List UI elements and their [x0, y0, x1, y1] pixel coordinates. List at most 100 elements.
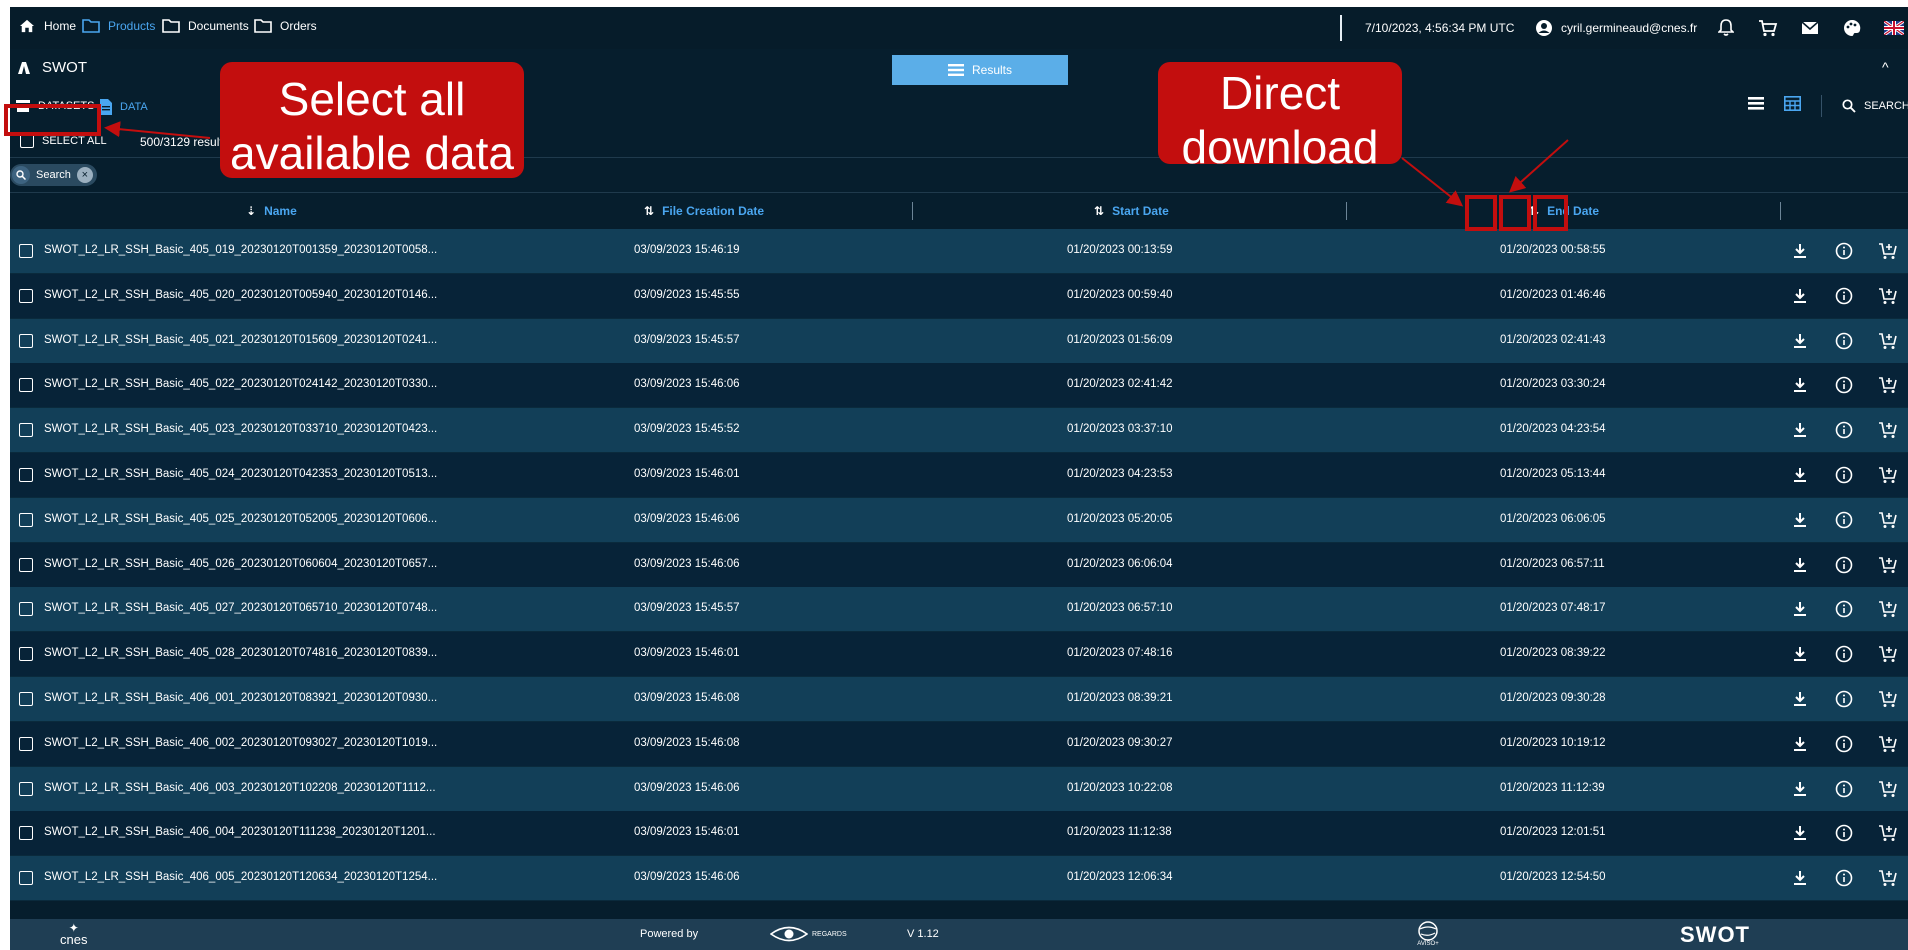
folder-icon	[82, 19, 100, 33]
list-view-icon[interactable]	[1748, 97, 1764, 115]
column-header-name[interactable]: ⇣ Name	[246, 204, 297, 218]
row-checkbox[interactable]	[19, 423, 33, 438]
info-icon[interactable]	[1832, 778, 1856, 800]
table-row[interactable]: SWOT_L2_LR_SSH_Basic_405_027_20230120T06…	[10, 587, 1908, 633]
table-row[interactable]: SWOT_L2_LR_SSH_Basic_406_005_20230120T12…	[10, 856, 1908, 902]
mail-icon[interactable]	[1799, 17, 1821, 39]
download-icon[interactable]	[1788, 867, 1812, 889]
download-icon[interactable]	[1788, 598, 1812, 620]
download-icon[interactable]	[1788, 509, 1812, 531]
info-icon[interactable]	[1832, 464, 1856, 486]
info-icon[interactable]	[1832, 867, 1856, 889]
row-checkbox[interactable]	[19, 378, 33, 393]
row-checkbox[interactable]	[19, 826, 33, 841]
palette-icon[interactable]	[1841, 17, 1863, 39]
add-to-cart-icon[interactable]	[1876, 330, 1900, 352]
nav-documents[interactable]: Documents	[162, 19, 249, 33]
cart-icon[interactable]	[1757, 17, 1779, 39]
download-icon[interactable]	[1788, 733, 1812, 755]
download-icon[interactable]	[1788, 688, 1812, 710]
download-icon[interactable]	[1788, 285, 1812, 307]
row-checkbox[interactable]	[19, 288, 33, 303]
add-to-cart-icon[interactable]	[1876, 822, 1900, 844]
info-icon[interactable]	[1832, 554, 1856, 576]
info-icon[interactable]	[1832, 643, 1856, 665]
add-to-cart-icon[interactable]	[1876, 688, 1900, 710]
add-to-cart-icon[interactable]	[1876, 598, 1900, 620]
add-to-cart-icon[interactable]	[1876, 285, 1900, 307]
row-checkbox[interactable]	[19, 244, 33, 258]
row-checkbox[interactable]	[19, 333, 33, 348]
row-checkbox[interactable]	[19, 557, 33, 572]
table-row[interactable]: SWOT_L2_LR_SSH_Basic_406_004_20230120T11…	[10, 811, 1908, 857]
download-icon[interactable]	[1788, 464, 1812, 486]
table-view-icon[interactable]	[1784, 96, 1801, 116]
table-row[interactable]: SWOT_L2_LR_SSH_Basic_405_019_20230120T00…	[10, 229, 1908, 274]
nav-home[interactable]: Home	[18, 19, 76, 33]
info-icon[interactable]	[1832, 688, 1856, 710]
column-header-file-creation-date[interactable]: ⇅ File Creation Date	[644, 204, 764, 218]
table-row[interactable]: SWOT_L2_LR_SSH_Basic_405_021_20230120T01…	[10, 318, 1908, 364]
close-icon[interactable]: ×	[76, 167, 93, 183]
search-filter-label: Search	[36, 169, 71, 181]
info-icon[interactable]	[1832, 733, 1856, 755]
download-icon[interactable]	[1788, 778, 1812, 800]
add-to-cart-icon[interactable]	[1876, 509, 1900, 531]
table-row[interactable]: SWOT_L2_LR_SSH_Basic_406_003_20230120T10…	[10, 766, 1908, 812]
table-row[interactable]: SWOT_L2_LR_SSH_Basic_406_001_20230120T08…	[10, 677, 1908, 722]
row-checkbox[interactable]	[19, 647, 33, 662]
add-to-cart-icon[interactable]	[1876, 733, 1900, 755]
row-checkbox[interactable]	[19, 468, 33, 482]
tab-results[interactable]: Results	[892, 55, 1068, 85]
info-icon[interactable]	[1832, 419, 1856, 441]
add-to-cart-icon[interactable]	[1876, 240, 1900, 262]
download-icon[interactable]	[1788, 374, 1812, 396]
download-icon[interactable]	[1788, 643, 1812, 665]
info-icon[interactable]	[1832, 285, 1856, 307]
table-row[interactable]: SWOT_L2_LR_SSH_Basic_405_020_20230120T00…	[10, 273, 1908, 319]
nav-orders[interactable]: Orders	[254, 19, 317, 33]
row-checkbox[interactable]	[19, 781, 33, 796]
table-row[interactable]: SWOT_L2_LR_SSH_Basic_405_025_20230120T05…	[10, 497, 1908, 543]
table-row[interactable]: SWOT_L2_LR_SSH_Basic_405_023_20230120T03…	[10, 408, 1908, 454]
table-row[interactable]: SWOT_L2_LR_SSH_Basic_405_028_20230120T07…	[10, 632, 1908, 678]
add-to-cart-icon[interactable]	[1876, 867, 1900, 889]
download-icon[interactable]	[1788, 554, 1812, 576]
column-header-start-date[interactable]: ⇅ Start Date	[1094, 204, 1169, 218]
row-checkbox[interactable]	[19, 871, 33, 886]
flag-uk-icon[interactable]	[1883, 17, 1905, 39]
tab-data[interactable]: DATA	[100, 99, 148, 115]
chevron-up-icon[interactable]: ^	[1882, 59, 1889, 75]
info-icon[interactable]	[1832, 374, 1856, 396]
add-to-cart-icon[interactable]	[1876, 554, 1900, 576]
info-icon[interactable]	[1832, 240, 1856, 262]
cell-name: SWOT_L2_LR_SSH_Basic_406_003_20230120T10…	[44, 781, 436, 794]
nav-products[interactable]: Products	[82, 19, 155, 33]
row-checkbox[interactable]	[19, 736, 33, 751]
search-toggle[interactable]: SEARCH	[1842, 99, 1908, 113]
add-to-cart-icon[interactable]	[1876, 464, 1900, 486]
row-checkbox[interactable]	[19, 602, 33, 617]
download-icon[interactable]	[1788, 419, 1812, 441]
info-icon[interactable]	[1832, 598, 1856, 620]
table-row[interactable]: SWOT_L2_LR_SSH_Basic_405_026_20230120T06…	[10, 542, 1908, 588]
info-icon[interactable]	[1832, 330, 1856, 352]
add-to-cart-icon[interactable]	[1876, 374, 1900, 396]
table-row[interactable]: SWOT_L2_LR_SSH_Basic_405_022_20230120T02…	[10, 363, 1908, 409]
bell-icon[interactable]	[1715, 17, 1737, 39]
user-menu[interactable]: cyril.germineaud@cnes.fr	[1535, 19, 1697, 37]
info-icon[interactable]	[1832, 509, 1856, 531]
table-row[interactable]: SWOT_L2_LR_SSH_Basic_406_002_20230120T09…	[10, 721, 1908, 767]
download-icon[interactable]	[1788, 240, 1812, 262]
row-checkbox[interactable]	[19, 512, 33, 527]
cell-name: SWOT_L2_LR_SSH_Basic_405_026_20230120T06…	[44, 557, 438, 570]
row-checkbox[interactable]	[19, 692, 33, 706]
add-to-cart-icon[interactable]	[1876, 419, 1900, 441]
add-to-cart-icon[interactable]	[1876, 778, 1900, 800]
info-icon[interactable]	[1832, 822, 1856, 844]
download-icon[interactable]	[1788, 330, 1812, 352]
add-to-cart-icon[interactable]	[1876, 643, 1900, 665]
table-row[interactable]: SWOT_L2_LR_SSH_Basic_405_024_20230120T04…	[10, 453, 1908, 498]
search-filter-chip[interactable]: Search ×	[10, 164, 97, 186]
download-icon[interactable]	[1788, 822, 1812, 844]
